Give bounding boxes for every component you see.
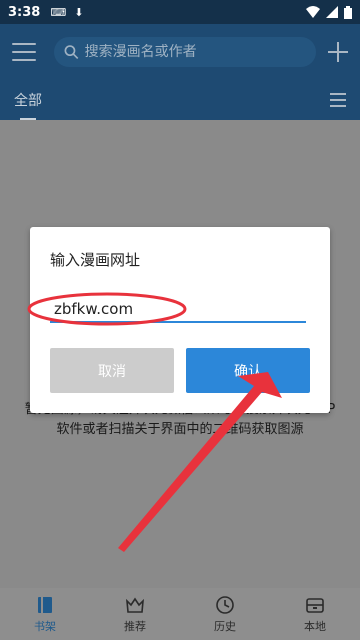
keyboard-icon: ⌨ xyxy=(50,5,67,19)
download-icon: ⬇ xyxy=(74,5,84,19)
nav-local-label: 本地 xyxy=(304,620,326,633)
empty-message-line2: 软件或者扫描关于界面中的二维码获取图源 xyxy=(56,422,304,437)
nav-bookshelf-label: 书架 xyxy=(34,620,56,633)
search-input[interactable] xyxy=(84,44,306,60)
search-icon xyxy=(64,45,79,59)
dialog-title: 输入漫画网址 xyxy=(50,251,141,269)
confirm-button[interactable]: 确认 xyxy=(186,348,310,393)
status-bar: 3:38 ⌨ ⬇ xyxy=(0,0,360,24)
tab-all-label: 全部 xyxy=(14,93,42,109)
menu-icon[interactable] xyxy=(12,43,36,61)
nav-bookshelf[interactable]: 书架 xyxy=(0,588,90,640)
nav-recommend[interactable]: 推荐 xyxy=(90,588,180,640)
tab-bar: 全部 xyxy=(0,80,360,120)
cancel-button[interactable]: 取消 xyxy=(50,348,174,393)
url-dialog: 输入漫画网址 取消 确认 xyxy=(30,227,330,413)
storage-icon xyxy=(306,598,324,613)
bottom-nav: 书架 推荐 历史 本地 xyxy=(0,588,360,640)
filter-icon[interactable] xyxy=(330,93,346,107)
search-bar[interactable] xyxy=(54,37,316,67)
book-icon xyxy=(38,597,52,613)
nav-recommend-label: 推荐 xyxy=(124,620,146,633)
status-time: 3:38 xyxy=(8,4,41,20)
tab-all[interactable]: 全部 xyxy=(14,90,42,120)
add-icon[interactable] xyxy=(328,42,348,62)
crown-icon xyxy=(126,597,144,613)
nav-history-label: 历史 xyxy=(214,620,236,633)
nav-history[interactable]: 历史 xyxy=(180,588,270,640)
nav-local[interactable]: 本地 xyxy=(270,588,360,640)
battery-icon xyxy=(344,5,352,19)
wifi-icon xyxy=(306,6,320,18)
signal-icon xyxy=(326,6,338,18)
tab-indicator xyxy=(20,118,36,120)
url-input[interactable] xyxy=(50,297,306,323)
toolbar xyxy=(0,24,360,80)
clock-icon xyxy=(216,596,234,614)
